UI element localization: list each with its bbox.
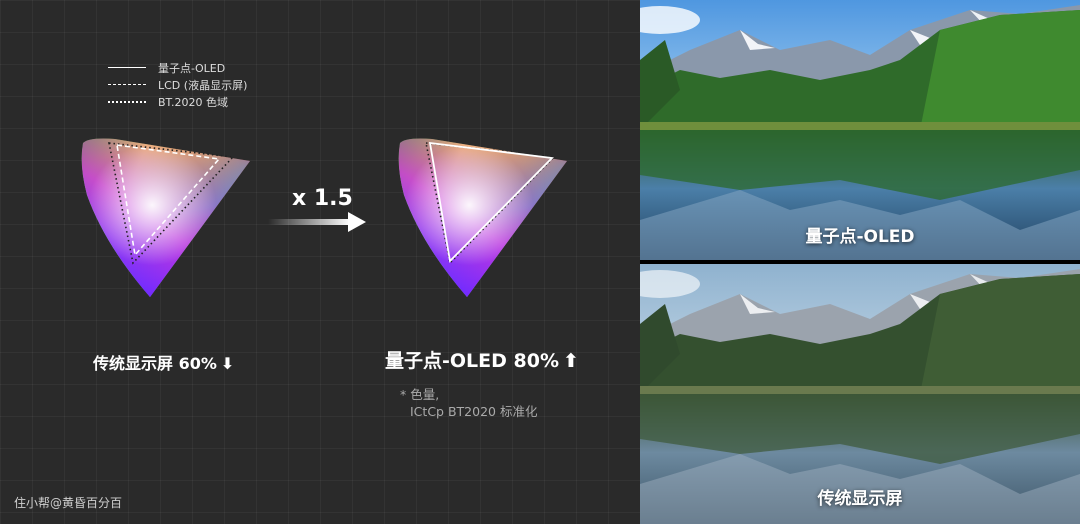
legend-item-lcd: LCD (液晶显示屏) — [108, 76, 247, 93]
footnote: * 色量, ICtCp BT2020 标准化 — [400, 386, 537, 420]
dotted-line-swatch — [108, 100, 146, 103]
footnote-line: ICtCp BT2020 标准化 — [410, 404, 538, 419]
down-arrow-icon: ⬇ — [220, 354, 235, 373]
gamut-diagram-panel: 量子点-OLED LCD (液晶显示屏) BT.2020 色域 x 1.5 传统… — [0, 0, 640, 524]
footnote-line: * 色量, — [400, 387, 440, 402]
photo-label: 传统显示屏 — [817, 489, 903, 509]
legend-label: BT.2020 色域 — [158, 95, 228, 109]
photo-label: 量子点-OLED — [805, 227, 915, 247]
up-arrow-icon: ⬆ — [563, 350, 579, 372]
white-point-glow — [81, 138, 251, 297]
right-arrow-icon — [268, 212, 366, 232]
legend-item-bt2020: BT.2020 色域 — [108, 93, 247, 110]
gamut-diagram-qd-oled — [398, 138, 567, 297]
multiplier-label: x 1.5 — [292, 186, 353, 211]
photo-traditional: 传统显示屏 — [640, 264, 1080, 524]
white-point-glow — [398, 138, 567, 297]
improvement-indicator: x 1.5 — [268, 186, 368, 236]
mountain-lake-image — [640, 0, 1080, 260]
photo-qd-oled: 量子点-OLED — [640, 0, 1080, 260]
dashed-line-swatch — [108, 84, 146, 85]
caption-text: 传统显示屏 60% — [93, 354, 217, 373]
legend-label: 量子点-OLED — [158, 61, 226, 75]
caption-text: 量子点-OLED 80% — [385, 350, 559, 372]
solid-line-swatch — [108, 67, 146, 68]
watermark: 住小帮@黄昏百分百 — [14, 496, 123, 510]
legend-label: LCD (液晶显示屏) — [158, 78, 248, 92]
legend: 量子点-OLED LCD (液晶显示屏) BT.2020 色域 — [108, 59, 247, 110]
qd-oled-caption: 量子点-OLED 80% ⬆ — [385, 346, 579, 373]
traditional-display-caption: 传统显示屏 60% ⬇ — [93, 350, 234, 374]
gamut-diagram-traditional — [81, 138, 251, 297]
legend-item-qd-oled: 量子点-OLED — [108, 59, 247, 76]
